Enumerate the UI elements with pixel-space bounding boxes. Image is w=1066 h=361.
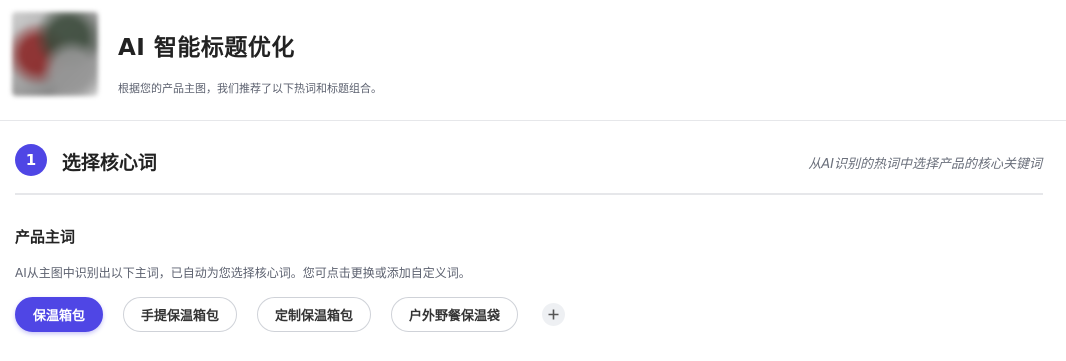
page-title: AI 智能标题优化 bbox=[118, 35, 295, 61]
add-keyword-button[interactable] bbox=[542, 303, 566, 326]
keyword-chip-selected[interactable]: 保温箱包 bbox=[15, 297, 104, 332]
main-words-description: AI从主图中识别出以下主词，已自动为您选择核心词。您可点击更换或添加自定义词。 bbox=[15, 266, 471, 280]
product-image bbox=[12, 12, 98, 96]
page: AI 智能标题优化 根据您的产品主图，我们推荐了以下热词和标题组合。 1 选择核… bbox=[0, 0, 1066, 361]
keyword-chip-list: 保温箱包 手提保温箱包 定制保温箱包 户外野餐保温袋 bbox=[15, 297, 566, 332]
keyword-chip[interactable]: 手提保温箱包 bbox=[123, 297, 238, 332]
page-subtitle: 根据您的产品主图，我们推荐了以下热词和标题组合。 bbox=[118, 82, 382, 95]
keyword-chip[interactable]: 定制保温箱包 bbox=[257, 297, 372, 332]
plus-icon bbox=[548, 309, 559, 320]
step-title: 选择核心词 bbox=[62, 152, 158, 174]
header: AI 智能标题优化 根据您的产品主图，我们推荐了以下热词和标题组合。 bbox=[0, 0, 1066, 121]
step-number-badge: 1 bbox=[15, 144, 47, 176]
keyword-chip[interactable]: 户外野餐保温袋 bbox=[391, 297, 519, 332]
main-words-label: 产品主词 bbox=[15, 228, 76, 246]
step-hint: 从AI识别的热词中选择产品的核心关键词 bbox=[808, 157, 1042, 172]
divider bbox=[15, 193, 1043, 195]
